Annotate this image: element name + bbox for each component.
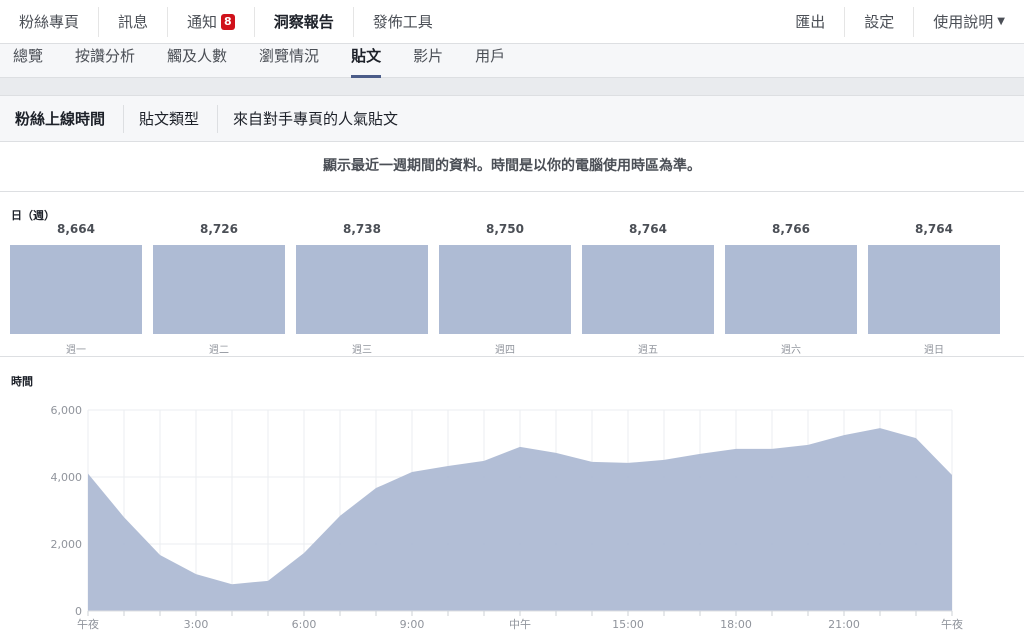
x-tick-label: 15:00 xyxy=(612,618,644,630)
y-tick-label: 6,000 xyxy=(51,404,83,417)
x-tick-label: 9:00 xyxy=(400,618,425,630)
x-tick-label: 午夜 xyxy=(941,617,963,630)
area-series xyxy=(88,428,952,611)
hours-area-chart: 0 2,000 4,000 6,000 午夜 3:00 6:00 9:00 中午 15:00 18:… xyxy=(51,404,964,630)
x-tick-label: 午夜 xyxy=(77,617,99,630)
x-tick-label: 6:00 xyxy=(292,618,317,630)
x-tick-label: 3:00 xyxy=(184,618,209,630)
y-tick-label: 2,000 xyxy=(51,538,83,551)
y-tick-label: 0 xyxy=(75,605,82,618)
x-tick-label: 21:00 xyxy=(828,618,860,630)
x-tick-label: 18:00 xyxy=(720,618,752,630)
x-tick-label: 中午 xyxy=(509,618,531,630)
y-tick-label: 4,000 xyxy=(51,471,83,484)
